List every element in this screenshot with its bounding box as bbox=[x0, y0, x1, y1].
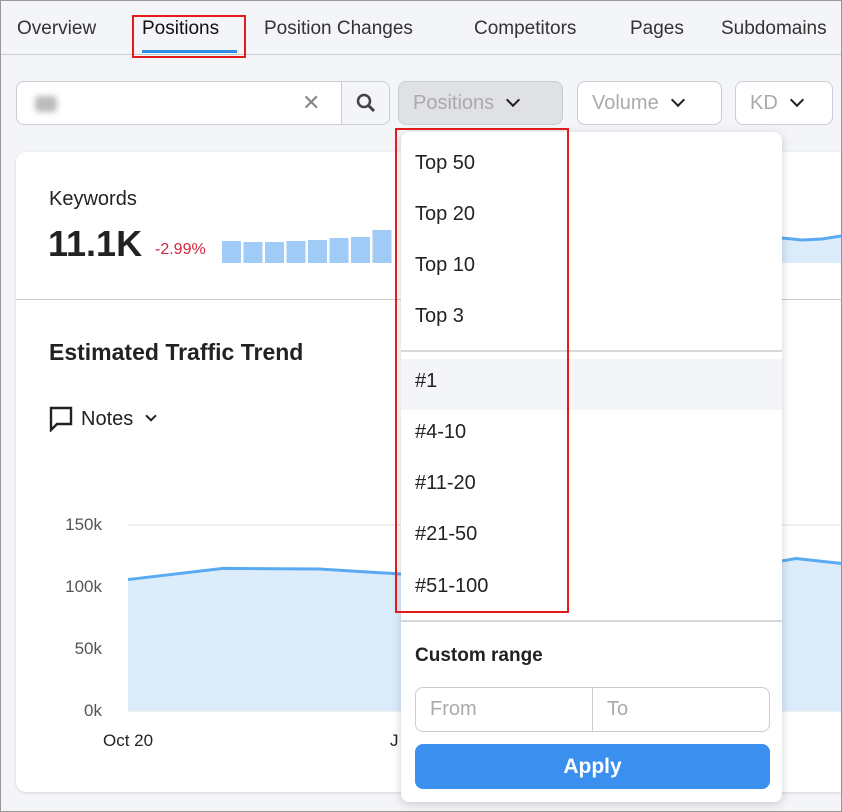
keyword-trend-bar bbox=[372, 230, 392, 263]
tab-overview[interactable]: Overview bbox=[17, 18, 96, 40]
positions-dropdown-label: Positions bbox=[413, 91, 495, 114]
chevron-down-icon bbox=[506, 92, 521, 108]
chevron-down-icon bbox=[145, 410, 157, 422]
to-input[interactable] bbox=[592, 688, 769, 731]
highlight-box-tab bbox=[132, 15, 246, 58]
tab-competitors[interactable]: Competitors bbox=[474, 18, 576, 40]
tab-position-changes[interactable]: Position Changes bbox=[264, 18, 413, 40]
keyword-trend-bar bbox=[329, 238, 349, 263]
notes-dropdown[interactable]: Notes bbox=[49, 406, 157, 432]
menu-separator bbox=[401, 620, 782, 622]
custom-range-inputs bbox=[415, 687, 770, 732]
highlight-box-menu bbox=[395, 128, 569, 613]
keyword-trend-bar bbox=[222, 241, 241, 263]
keywords-change: -2.99% bbox=[155, 241, 206, 258]
x-tick: J bbox=[390, 731, 399, 750]
chevron-down-icon bbox=[670, 92, 685, 108]
traffic-trend-title: Estimated Traffic Trend bbox=[49, 339, 304, 365]
search-icon bbox=[356, 93, 375, 113]
keywords-trend-bars bbox=[222, 230, 392, 263]
comment-icon bbox=[49, 406, 73, 432]
y-tick: 150k bbox=[65, 515, 102, 534]
keyword-trend-bar bbox=[286, 241, 306, 263]
volume-dropdown[interactable]: Volume bbox=[577, 81, 722, 125]
from-input[interactable] bbox=[416, 688, 592, 731]
keyword-trend-bar bbox=[265, 242, 284, 263]
y-tick: 0k bbox=[84, 701, 102, 720]
keywords-value: 11.1K bbox=[48, 223, 143, 264]
apply-button[interactable]: Apply bbox=[415, 744, 770, 789]
clear-icon[interactable]: ✕ bbox=[302, 90, 320, 116]
keywords-label: Keywords bbox=[49, 188, 137, 210]
chevron-down-icon bbox=[789, 92, 804, 108]
notes-label: Notes bbox=[81, 407, 134, 430]
kd-dropdown[interactable]: KD bbox=[735, 81, 833, 125]
keyword-trend-bar bbox=[243, 242, 263, 263]
volume-dropdown-label: Volume bbox=[592, 91, 659, 114]
keyword-trend-bar bbox=[351, 237, 370, 263]
tab-pages[interactable]: Pages bbox=[630, 18, 684, 40]
x-tick: Oct 20 bbox=[103, 731, 154, 750]
tab-bar: Overview Positions Position Changes Comp… bbox=[1, 1, 841, 55]
keyword-trend-bar bbox=[308, 240, 327, 263]
y-tick: 50k bbox=[74, 639, 102, 658]
kd-dropdown-label: KD bbox=[750, 91, 778, 114]
tab-subdomains[interactable]: Subdomains bbox=[721, 18, 827, 40]
search-input[interactable]: ✕ bbox=[16, 81, 390, 125]
y-tick: 100k bbox=[65, 577, 102, 596]
positions-dropdown[interactable]: Positions bbox=[398, 81, 563, 125]
traffic-area bbox=[128, 568, 411, 711]
traffic-area bbox=[782, 558, 841, 711]
sparkline bbox=[782, 234, 841, 263]
blurred-search-value bbox=[35, 96, 57, 112]
search-button[interactable] bbox=[341, 82, 389, 124]
custom-range-label: Custom range bbox=[415, 645, 543, 666]
